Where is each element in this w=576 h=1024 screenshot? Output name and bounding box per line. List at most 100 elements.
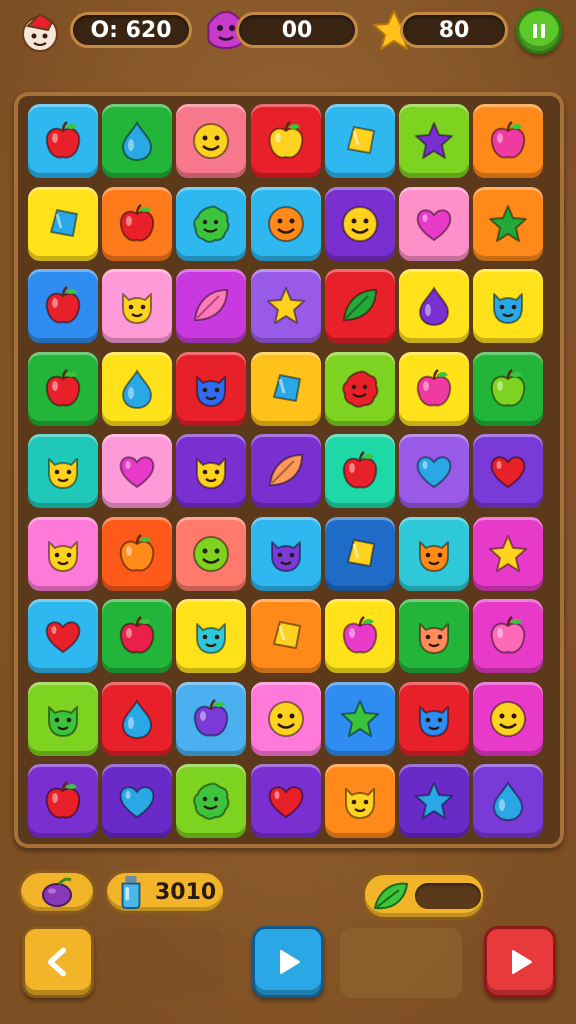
gem-icon	[272, 373, 301, 402]
tile-leaf[interactable]	[176, 269, 247, 343]
play-icon	[280, 950, 300, 974]
tile-star[interactable]	[399, 104, 469, 178]
tile-heart[interactable]	[399, 186, 469, 261]
potion-booster[interactable]: 3010	[104, 870, 226, 914]
tile-drop[interactable]	[102, 681, 173, 756]
apple-icon	[119, 203, 155, 241]
tile-cat[interactable]	[28, 434, 98, 508]
apple-icon	[45, 286, 81, 324]
tile-star[interactable]	[399, 764, 469, 838]
tile-cat[interactable]	[250, 516, 321, 591]
star-icon	[489, 204, 528, 242]
tile-cat[interactable]	[473, 269, 544, 343]
tile-gem[interactable]	[28, 186, 98, 261]
tile-cat[interactable]	[176, 599, 247, 673]
smiley-icon	[267, 205, 304, 242]
mascot-icon[interactable]	[18, 10, 62, 54]
tile-star[interactable]	[324, 681, 395, 756]
tile-cat[interactable]	[399, 516, 469, 591]
play-icon	[512, 950, 532, 974]
tile-drop[interactable]	[473, 764, 544, 838]
tile-leaf[interactable]	[324, 269, 395, 343]
tile-apple[interactable]	[250, 104, 321, 178]
tile-gem[interactable]	[324, 104, 395, 178]
tile-heart[interactable]	[28, 599, 98, 673]
tile-smiley[interactable]	[176, 104, 247, 178]
tile-apple[interactable]	[399, 351, 469, 426]
tile-apple[interactable]	[28, 764, 98, 838]
tile-apple[interactable]	[473, 104, 544, 178]
smiley-icon	[193, 123, 230, 159]
leaf-icon	[342, 288, 377, 322]
tile-heart[interactable]	[250, 764, 321, 838]
tile-apple[interactable]	[176, 681, 247, 756]
apple-icon	[45, 781, 81, 819]
tile-drop[interactable]	[102, 351, 173, 426]
tile-smiley[interactable]	[324, 186, 395, 261]
back-button[interactable]	[22, 926, 94, 998]
tile-apple[interactable]	[102, 516, 173, 591]
score-text: O: 620	[90, 17, 172, 43]
blob-icon	[193, 205, 230, 243]
plum-icon	[42, 877, 72, 907]
tile-heart[interactable]	[399, 434, 469, 508]
moves-display: 00	[236, 12, 358, 48]
tile-smiley[interactable]	[250, 681, 321, 756]
cat-icon	[122, 293, 153, 324]
tile-gem[interactable]	[250, 599, 321, 673]
tile-blob[interactable]	[324, 351, 395, 426]
tile-drop[interactable]	[102, 104, 173, 178]
tile-blob[interactable]	[176, 186, 247, 261]
tile-star[interactable]	[473, 186, 544, 261]
cat-icon	[48, 458, 78, 489]
tile-heart[interactable]	[473, 434, 544, 508]
tile-star[interactable]	[250, 269, 321, 343]
tile-heart[interactable]	[102, 434, 173, 508]
tile-apple[interactable]	[473, 351, 544, 426]
tile-apple[interactable]	[324, 434, 395, 508]
drop-icon	[122, 121, 153, 162]
tile-apple[interactable]	[28, 104, 98, 178]
tile-cat[interactable]	[28, 516, 98, 591]
tile-smiley[interactable]	[250, 186, 321, 261]
smiley-icon	[267, 700, 304, 737]
plum-booster[interactable]	[18, 870, 96, 914]
cat-icon	[196, 375, 227, 407]
tile-leaf[interactable]	[250, 434, 321, 508]
tile-heart[interactable]	[102, 764, 173, 838]
tile-smiley[interactable]	[176, 516, 247, 591]
cat-icon	[48, 540, 78, 572]
star-icon	[415, 122, 453, 159]
play-button[interactable]	[252, 926, 324, 998]
gem-icon	[346, 538, 375, 567]
next-button[interactable]	[484, 926, 556, 998]
tile-blob[interactable]	[176, 764, 247, 838]
tile-apple[interactable]	[324, 599, 395, 673]
tile-star[interactable]	[473, 516, 544, 591]
apple-icon	[268, 121, 303, 159]
tile-drop[interactable]	[399, 269, 469, 343]
blob-icon	[193, 782, 230, 820]
tile-apple[interactable]	[102, 599, 173, 673]
tile-gem[interactable]	[324, 516, 395, 591]
tile-cat[interactable]	[176, 351, 247, 426]
heart-icon	[416, 456, 452, 489]
drop-icon	[418, 286, 450, 327]
apple-icon	[342, 616, 378, 654]
tile-cat[interactable]	[399, 681, 469, 756]
apple-icon	[342, 451, 378, 489]
tile-cat[interactable]	[176, 434, 247, 508]
tile-gem[interactable]	[250, 351, 321, 426]
tile-smiley[interactable]	[473, 681, 544, 756]
tile-apple[interactable]	[28, 269, 98, 343]
tile-cat[interactable]	[324, 764, 395, 838]
tile-apple[interactable]	[28, 351, 98, 426]
leaf-icon	[194, 288, 229, 322]
tile-cat[interactable]	[102, 269, 173, 343]
apple-icon	[194, 698, 229, 736]
tile-apple[interactable]	[102, 186, 173, 261]
pause-button[interactable]	[516, 8, 562, 54]
tile-cat[interactable]	[28, 681, 98, 756]
tile-cat[interactable]	[399, 599, 469, 673]
tile-apple[interactable]	[473, 599, 544, 673]
